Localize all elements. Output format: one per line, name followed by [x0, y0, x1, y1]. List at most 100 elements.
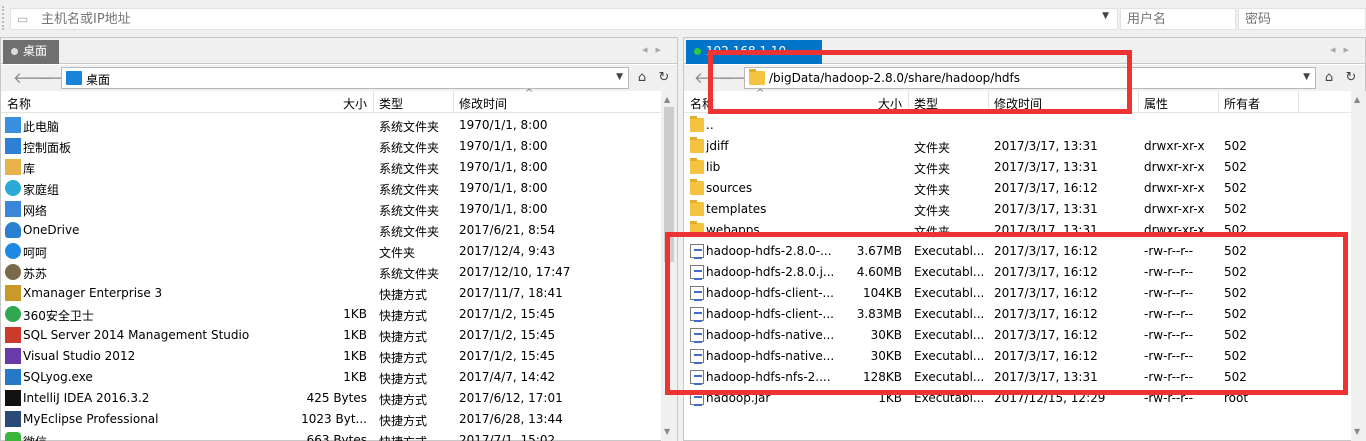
scroll-up-icon[interactable]: ▲: [664, 95, 670, 104]
scroll-up-icon[interactable]: ▲: [1354, 95, 1360, 104]
file-owner: 502: [1224, 244, 1247, 258]
refresh-icon[interactable]: ↻: [655, 69, 673, 87]
list-item[interactable]: templates 文件夹 2017/3/17, 13:31 drwxr-xr-x 50…: [684, 199, 1351, 220]
list-item[interactable]: SQL Server 2014 Management Studio 1KB 快捷方式…: [1, 325, 661, 346]
file-size: 1KB: [343, 328, 367, 342]
col-size[interactable]: 大小: [343, 95, 367, 112]
list-item[interactable]: SQLyog.exe 1KB 快捷方式 2017/4/7, 14:42: [1, 367, 661, 388]
file-name: hadoop-hdfs-client-...: [706, 286, 834, 300]
file-type: 快捷方式: [379, 309, 428, 323]
file-attributes: drwxr-xr-x: [1144, 202, 1205, 216]
toolbar-grip[interactable]: [2, 6, 5, 30]
tab-remote-host[interactable]: 192.168.1.10: [686, 40, 822, 64]
col-divider[interactable]: [1298, 91, 1299, 113]
list-item[interactable]: 此电脑 系统文件夹 1970/1/1, 8:00: [1, 115, 661, 136]
file-modified: 2017/7/1, 15:02: [459, 433, 556, 441]
scroll-down-icon[interactable]: ▼: [1354, 427, 1360, 436]
col-modified[interactable]: 修改时间: [994, 95, 1042, 112]
list-item[interactable]: Xmanager Enterprise 3 快捷方式 2017/11/7, 18:4…: [1, 283, 661, 304]
username-field[interactable]: [1120, 8, 1236, 30]
col-attributes[interactable]: 属性: [1144, 95, 1168, 112]
password-input[interactable]: [1239, 9, 1365, 29]
list-item[interactable]: 库 系统文件夹 1970/1/1, 8:00: [1, 157, 661, 178]
file-attributes: -rw-r--r--: [1144, 286, 1194, 300]
list-item[interactable]: IntelliJ IDEA 2016.3.2 425 Bytes 快捷方式 2017/…: [1, 388, 661, 409]
file-attributes: drwxr-xr-x: [1144, 181, 1205, 195]
file-type: 文件夹: [914, 141, 951, 155]
list-item[interactable]: OneDrive 系统文件夹 2017/6/21, 8:54: [1, 220, 661, 241]
list-item[interactable]: jdiff 文件夹 2017/3/17, 13:31 drwxr-xr-x 502: [684, 136, 1351, 157]
list-item[interactable]: lib 文件夹 2017/3/17, 13:31 drwxr-xr-x 502: [684, 157, 1351, 178]
col-name[interactable]: 名称: [690, 95, 714, 112]
tab-desktop[interactable]: 桌面: [3, 40, 60, 64]
chevron-down-icon[interactable]: ▼: [616, 72, 623, 82]
file-owner: 502: [1224, 265, 1247, 279]
list-item[interactable]: ..: [684, 115, 1351, 136]
list-item[interactable]: hadoop.jar 1KB Executabl... 2017/12/15, 12:…: [684, 388, 1351, 409]
remote-pane: 192.168.1.10 ◂▸ 🡐 🡒 /bigData/hadoop-2.8.…: [683, 37, 1366, 441]
list-item[interactable]: hadoop-hdfs-2.8.0-... 3.67MB Executabl... 2…: [684, 241, 1351, 262]
list-item[interactable]: hadoop-hdfs-client-... 104KB Executabl... 2…: [684, 283, 1351, 304]
file-modified: 1970/1/1, 8:00: [459, 181, 548, 195]
col-divider[interactable]: [1218, 91, 1219, 113]
list-item[interactable]: MyEclipse Professional 1023 Byt... 快捷方式 201…: [1, 409, 661, 430]
scroll-down-icon[interactable]: ▼: [664, 427, 670, 436]
chevron-down-icon[interactable]: ▼: [1102, 11, 1109, 21]
file-name: 网络: [23, 204, 48, 218]
col-divider[interactable]: [373, 91, 374, 113]
file-icon: [690, 244, 704, 259]
list-item[interactable]: 家庭组 系统文件夹 1970/1/1, 8:00: [1, 178, 661, 199]
password-field[interactable]: [1238, 8, 1366, 30]
local-path-field[interactable]: 桌面 ▼: [61, 67, 629, 89]
list-item[interactable]: 呵呵 文件夹 2017/12/4, 9:43: [1, 241, 661, 262]
username-input[interactable]: [1121, 9, 1235, 29]
refresh-icon[interactable]: ↻: [1342, 69, 1360, 87]
file-type: 系统文件夹: [379, 162, 440, 176]
local-tabstrip: 桌面 ◂▸: [1, 38, 677, 64]
list-item[interactable]: hadoop-hdfs-native... 30KB Executabl... 201…: [684, 346, 1351, 367]
list-item[interactable]: hadoop-hdfs-nfs-2.... 128KB Executabl... 20…: [684, 367, 1351, 388]
col-divider[interactable]: [1138, 91, 1139, 113]
list-item[interactable]: hadoop-hdfs-2.8.0.j... 4.60MB Executabl...…: [684, 262, 1351, 283]
tab-scroll-arrows[interactable]: ◂▸: [642, 43, 669, 56]
file-name: hadoop-hdfs-2.8.0.j...: [706, 265, 834, 279]
list-item[interactable]: 控制面板 系统文件夹 1970/1/1, 8:00: [1, 136, 661, 157]
col-name[interactable]: 名称: [7, 95, 31, 112]
list-item[interactable]: sources 文件夹 2017/3/17, 16:12 drwxr-xr-x 502: [684, 178, 1351, 199]
col-owner[interactable]: 所有者: [1224, 95, 1260, 112]
host-input[interactable]: [41, 10, 1091, 28]
col-type[interactable]: 类型: [379, 95, 403, 112]
remote-scrollbar[interactable]: ▲ ▼: [1351, 91, 1366, 441]
list-item[interactable]: hadoop-hdfs-native... 30KB Executabl... 201…: [684, 325, 1351, 346]
file-size: 1KB: [878, 391, 902, 405]
list-item[interactable]: 网络 系统文件夹 1970/1/1, 8:00: [1, 199, 661, 220]
col-modified[interactable]: 修改时间: [459, 95, 507, 112]
chevron-down-icon[interactable]: ▼: [1303, 72, 1310, 82]
list-item[interactable]: Visual Studio 2012 1KB 快捷方式 2017/1/2, 15:45: [1, 346, 661, 367]
col-divider[interactable]: [988, 91, 989, 113]
file-modified: 2017/6/21, 8:54: [459, 223, 556, 237]
list-item[interactable]: 360安全卫士 1KB 快捷方式 2017/1/2, 15:45: [1, 304, 661, 325]
col-size[interactable]: 大小: [878, 95, 902, 112]
col-divider[interactable]: [908, 91, 909, 113]
file-owner: 502: [1224, 160, 1247, 174]
remote-path-field[interactable]: /bigData/hadoop-2.8.0/share/hadoop/hdfs …: [744, 67, 1316, 89]
file-icon: [690, 286, 704, 301]
list-item[interactable]: 苏苏 系统文件夹 2017/12/10, 17:47: [1, 262, 661, 283]
home-icon[interactable]: ⌂: [633, 69, 651, 87]
file-icon: [690, 370, 704, 385]
file-name: hadoop-hdfs-native...: [706, 349, 834, 363]
col-type[interactable]: 类型: [914, 95, 938, 112]
host-field[interactable]: ▭ ▼: [10, 8, 1118, 30]
tab-scroll-arrows[interactable]: ◂▸: [1330, 43, 1357, 56]
folder-icon: [690, 137, 704, 153]
col-divider[interactable]: [453, 91, 454, 113]
home-icon[interactable]: ⌂: [1320, 69, 1338, 87]
local-scrollbar[interactable]: ▲ ▼: [661, 91, 677, 441]
list-item[interactable]: hadoop-hdfs-client-... 3.83MB Executabl...…: [684, 304, 1351, 325]
list-item[interactable]: webapps 文件夹 2017/3/17, 13:31 drwxr-xr-x 502: [684, 220, 1351, 241]
file-type: Executabl...: [914, 307, 984, 321]
file-size: 3.83MB: [856, 307, 902, 321]
scrollbar-thumb[interactable]: [664, 107, 674, 262]
list-item[interactable]: 微信663 Bytes 快捷方式 2017/7/1, 15:02: [1, 430, 661, 441]
